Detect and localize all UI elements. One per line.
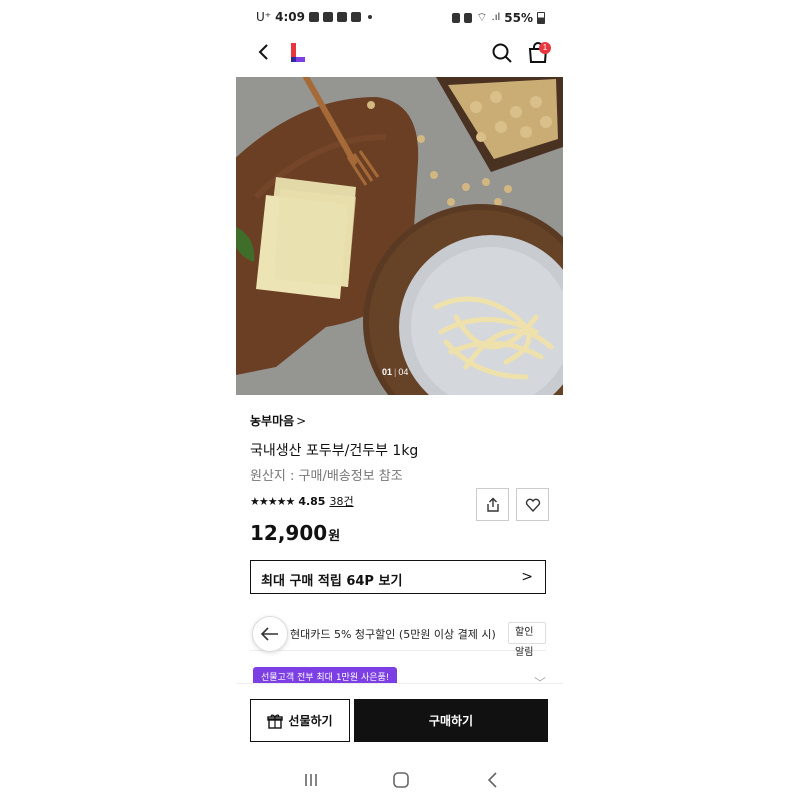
chevron-right-icon: > bbox=[296, 414, 307, 428]
chevron-right-icon: > bbox=[521, 569, 533, 585]
gallery-current: 01 bbox=[382, 367, 393, 377]
rating-summary: ★★★★★ 4.85 38건 bbox=[250, 493, 354, 509]
brand-link[interactable]: 농부마음 > bbox=[250, 412, 306, 429]
wifi-icon: ⌔ bbox=[476, 10, 488, 24]
product-origin: 원산지 : 구매/배송정보 참조 bbox=[250, 469, 403, 484]
card-promo-text: 현대카드 5% 청구할인 (5만원 이상 결제 시) bbox=[290, 628, 496, 641]
buy-button[interactable]: 구매하기 bbox=[354, 699, 548, 742]
bottom-action-bar: 선물하기 구매하기 bbox=[236, 683, 563, 756]
gallery-total: 04 bbox=[398, 367, 409, 377]
bluetooth-icon bbox=[464, 12, 473, 23]
gift-button[interactable]: 선물하기 bbox=[250, 699, 350, 742]
chat-notification-icon bbox=[308, 12, 319, 22]
star-rating-icon: ★★★★★ bbox=[250, 494, 295, 508]
product-price: 12,900원 bbox=[250, 521, 340, 545]
carrier-label: U⁺ bbox=[256, 10, 272, 24]
chevron-left-icon[interactable] bbox=[254, 42, 274, 62]
gift-button-label: 선물하기 bbox=[288, 714, 333, 728]
system-navigation-bar bbox=[236, 760, 563, 800]
product-title: 국내생산 포두부/건두부 1kg bbox=[250, 443, 419, 459]
points-label: 최대 구매 적립 64P 보기 bbox=[261, 574, 403, 589]
gift-icon bbox=[267, 714, 284, 729]
arrow-left-icon bbox=[261, 627, 278, 641]
wishlist-button[interactable] bbox=[516, 488, 549, 521]
product-photo bbox=[236, 77, 563, 395]
discount-alert-button[interactable]: 할인알림 bbox=[508, 622, 546, 658]
home-icon[interactable] bbox=[390, 769, 412, 791]
clock: 4:09 bbox=[275, 10, 305, 24]
share-button[interactable] bbox=[476, 488, 509, 521]
app-screen: U⁺ 4:09 ⌔ .ıl 55% 1 01 | 04 농부마음 > 국내생산 … bbox=[236, 0, 563, 800]
share-icon bbox=[486, 497, 499, 512]
naver-notification-icon bbox=[322, 12, 333, 22]
recent-apps-icon[interactable] bbox=[300, 769, 322, 791]
brand-name: 농부마음 bbox=[250, 414, 295, 428]
gallery-pager: 01 | 04 bbox=[382, 367, 409, 377]
battery-level: 55% bbox=[504, 10, 533, 25]
card-promo-row: 현대카드 5% 청구할인 (5만원 이상 결제 시) 할인알림 bbox=[250, 620, 546, 658]
search-icon[interactable] bbox=[491, 42, 513, 64]
product-image-gallery[interactable]: 01 | 04 bbox=[236, 77, 563, 395]
alarm-icon bbox=[452, 12, 461, 23]
lotteon-logo[interactable] bbox=[289, 42, 307, 64]
cart-count-badge: 1 bbox=[539, 42, 551, 54]
app-header: 1 bbox=[236, 34, 563, 74]
pay2-notification-icon bbox=[350, 12, 361, 22]
status-bar: U⁺ 4:09 ⌔ .ıl 55% bbox=[236, 0, 563, 34]
heart-icon bbox=[525, 498, 540, 512]
more-notifications-icon bbox=[367, 15, 372, 19]
review-count-link[interactable]: 38건 bbox=[329, 493, 353, 509]
price-value: 12,900 bbox=[250, 521, 328, 545]
buy-button-label: 구매하기 bbox=[428, 714, 474, 728]
pay-notification-icon bbox=[336, 12, 347, 22]
price-currency: 원 bbox=[328, 529, 341, 544]
signal-icon: .ıl bbox=[491, 12, 501, 23]
points-button[interactable]: 최대 구매 적립 64P 보기 > bbox=[250, 560, 546, 594]
rating-score: 4.85 bbox=[298, 494, 326, 508]
floating-back-button[interactable] bbox=[252, 616, 288, 652]
system-back-icon[interactable] bbox=[482, 769, 504, 791]
battery-icon bbox=[537, 11, 545, 24]
